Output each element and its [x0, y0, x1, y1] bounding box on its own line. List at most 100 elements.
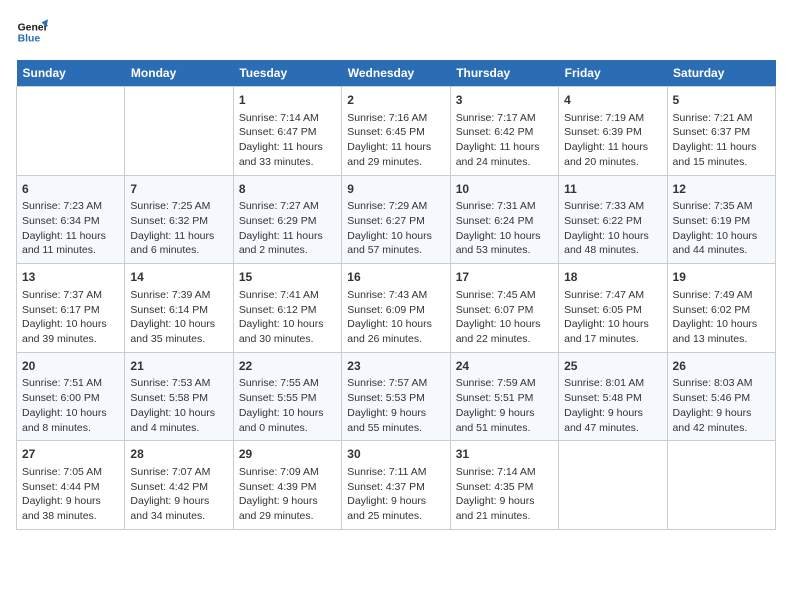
day-cell — [125, 87, 233, 176]
day-info: Sunrise: 7:45 AM Sunset: 6:07 PM Dayligh… — [456, 288, 553, 347]
week-row-1: 1 Sunrise: 7:14 AM Sunset: 6:47 PM Daylig… — [17, 87, 776, 176]
day-info: Sunrise: 8:01 AM Sunset: 5:48 PM Dayligh… — [564, 376, 661, 435]
logo: General Blue — [16, 16, 52, 48]
day-number: 14 — [130, 269, 227, 286]
day-cell: 27 Sunrise: 7:05 AM Sunset: 4:44 PM Dayli… — [17, 441, 125, 530]
day-cell: 13Sunrise: 7:37 AM Sunset: 6:17 PM Dayli… — [17, 264, 125, 353]
day-info: Sunrise: 7:19 AM Sunset: 6:39 PM Dayligh… — [564, 111, 661, 170]
header-cell-friday: Friday — [559, 60, 667, 87]
day-number: 11 — [564, 181, 661, 198]
day-number: 9 — [347, 181, 444, 198]
logo-icon: General Blue — [16, 16, 48, 48]
calendar-table: SundayMondayTuesdayWednesdayThursdayFrid… — [16, 60, 776, 530]
day-cell — [17, 87, 125, 176]
day-cell: 23Sunrise: 7:57 AM Sunset: 5:53 PM Dayli… — [342, 352, 450, 441]
day-info: Sunrise: 7:59 AM Sunset: 5:51 PM Dayligh… — [456, 376, 553, 435]
day-cell: 18Sunrise: 7:47 AM Sunset: 6:05 PM Dayli… — [559, 264, 667, 353]
calendar-header: SundayMondayTuesdayWednesdayThursdayFrid… — [17, 60, 776, 87]
day-number: 3 — [456, 92, 553, 109]
day-cell: 12Sunrise: 7:35 AM Sunset: 6:19 PM Dayli… — [667, 175, 775, 264]
day-number: 23 — [347, 358, 444, 375]
calendar-body: 1 Sunrise: 7:14 AM Sunset: 6:47 PM Daylig… — [17, 87, 776, 530]
day-cell: 4 Sunrise: 7:19 AM Sunset: 6:39 PM Daylig… — [559, 87, 667, 176]
day-info: Sunrise: 7:33 AM Sunset: 6:22 PM Dayligh… — [564, 199, 661, 258]
day-number: 2 — [347, 92, 444, 109]
day-info: Sunrise: 7:07 AM Sunset: 4:42 PM Dayligh… — [130, 465, 227, 524]
week-row-3: 13Sunrise: 7:37 AM Sunset: 6:17 PM Dayli… — [17, 264, 776, 353]
day-cell: 21Sunrise: 7:53 AM Sunset: 5:58 PM Dayli… — [125, 352, 233, 441]
day-info: Sunrise: 7:31 AM Sunset: 6:24 PM Dayligh… — [456, 199, 553, 258]
day-info: Sunrise: 7:57 AM Sunset: 5:53 PM Dayligh… — [347, 376, 444, 435]
header-cell-sunday: Sunday — [17, 60, 125, 87]
day-info: Sunrise: 7:39 AM Sunset: 6:14 PM Dayligh… — [130, 288, 227, 347]
day-number: 25 — [564, 358, 661, 375]
day-info: Sunrise: 7:41 AM Sunset: 6:12 PM Dayligh… — [239, 288, 336, 347]
page-header: General Blue — [16, 16, 776, 48]
day-info: Sunrise: 7:53 AM Sunset: 5:58 PM Dayligh… — [130, 376, 227, 435]
day-cell: 1 Sunrise: 7:14 AM Sunset: 6:47 PM Daylig… — [233, 87, 341, 176]
day-cell: 14 Sunrise: 7:39 AM Sunset: 6:14 PM Dayli… — [125, 264, 233, 353]
day-info: Sunrise: 7:14 AM Sunset: 6:47 PM Dayligh… — [239, 111, 336, 170]
day-info: Sunrise: 7:55 AM Sunset: 5:55 PM Dayligh… — [239, 376, 336, 435]
header-cell-thursday: Thursday — [450, 60, 558, 87]
day-info: Sunrise: 7:51 AM Sunset: 6:00 PM Dayligh… — [22, 376, 119, 435]
day-info: Sunrise: 7:25 AM Sunset: 6:32 PM Dayligh… — [130, 199, 227, 258]
day-number: 21 — [130, 358, 227, 375]
day-number: 1 — [239, 92, 336, 109]
day-cell — [667, 441, 775, 530]
day-cell: 9Sunrise: 7:29 AM Sunset: 6:27 PM Daylig… — [342, 175, 450, 264]
day-number: 24 — [456, 358, 553, 375]
day-number: 18 — [564, 269, 661, 286]
day-cell: 30 Sunrise: 7:11 AM Sunset: 4:37 PM Dayli… — [342, 441, 450, 530]
day-info: Sunrise: 7:14 AM Sunset: 4:35 PM Dayligh… — [456, 465, 553, 524]
day-cell — [559, 441, 667, 530]
header-row: SundayMondayTuesdayWednesdayThursdayFrid… — [17, 60, 776, 87]
day-number: 16 — [347, 269, 444, 286]
day-number: 20 — [22, 358, 119, 375]
day-number: 19 — [673, 269, 770, 286]
header-cell-monday: Monday — [125, 60, 233, 87]
day-number: 4 — [564, 92, 661, 109]
day-cell: 8Sunrise: 7:27 AM Sunset: 6:29 PM Daylig… — [233, 175, 341, 264]
day-cell: 10Sunrise: 7:31 AM Sunset: 6:24 PM Dayli… — [450, 175, 558, 264]
header-cell-saturday: Saturday — [667, 60, 775, 87]
day-number: 30 — [347, 446, 444, 463]
day-number: 31 — [456, 446, 553, 463]
day-cell: 3 Sunrise: 7:17 AM Sunset: 6:42 PM Daylig… — [450, 87, 558, 176]
day-number: 26 — [673, 358, 770, 375]
day-info: Sunrise: 7:35 AM Sunset: 6:19 PM Dayligh… — [673, 199, 770, 258]
day-number: 12 — [673, 181, 770, 198]
day-info: Sunrise: 7:05 AM Sunset: 4:44 PM Dayligh… — [22, 465, 119, 524]
day-info: Sunrise: 7:49 AM Sunset: 6:02 PM Dayligh… — [673, 288, 770, 347]
day-number: 7 — [130, 181, 227, 198]
day-info: Sunrise: 7:27 AM Sunset: 6:29 PM Dayligh… — [239, 199, 336, 258]
day-cell: 17Sunrise: 7:45 AM Sunset: 6:07 PM Dayli… — [450, 264, 558, 353]
day-info: Sunrise: 8:03 AM Sunset: 5:46 PM Dayligh… — [673, 376, 770, 435]
week-row-2: 6Sunrise: 7:23 AM Sunset: 6:34 PM Daylig… — [17, 175, 776, 264]
day-number: 29 — [239, 446, 336, 463]
day-info: Sunrise: 7:09 AM Sunset: 4:39 PM Dayligh… — [239, 465, 336, 524]
day-cell: 28 Sunrise: 7:07 AM Sunset: 4:42 PM Dayli… — [125, 441, 233, 530]
day-number: 8 — [239, 181, 336, 198]
day-info: Sunrise: 7:17 AM Sunset: 6:42 PM Dayligh… — [456, 111, 553, 170]
week-row-4: 20Sunrise: 7:51 AM Sunset: 6:00 PM Dayli… — [17, 352, 776, 441]
day-cell: 20Sunrise: 7:51 AM Sunset: 6:00 PM Dayli… — [17, 352, 125, 441]
day-number: 15 — [239, 269, 336, 286]
day-number: 6 — [22, 181, 119, 198]
day-info: Sunrise: 7:11 AM Sunset: 4:37 PM Dayligh… — [347, 465, 444, 524]
svg-text:Blue: Blue — [18, 34, 41, 45]
day-number: 5 — [673, 92, 770, 109]
day-cell: 7Sunrise: 7:25 AM Sunset: 6:32 PM Daylig… — [125, 175, 233, 264]
day-cell: 26Sunrise: 8:03 AM Sunset: 5:46 PM Dayli… — [667, 352, 775, 441]
day-cell: 22Sunrise: 7:55 AM Sunset: 5:55 PM Dayli… — [233, 352, 341, 441]
day-cell: 15 Sunrise: 7:41 AM Sunset: 6:12 PM Dayli… — [233, 264, 341, 353]
header-cell-tuesday: Tuesday — [233, 60, 341, 87]
day-info: Sunrise: 7:16 AM Sunset: 6:45 PM Dayligh… — [347, 111, 444, 170]
day-number: 28 — [130, 446, 227, 463]
day-number: 10 — [456, 181, 553, 198]
header-cell-wednesday: Wednesday — [342, 60, 450, 87]
day-info: Sunrise: 7:23 AM Sunset: 6:34 PM Dayligh… — [22, 199, 119, 258]
day-number: 22 — [239, 358, 336, 375]
day-number: 27 — [22, 446, 119, 463]
day-number: 13 — [22, 269, 119, 286]
